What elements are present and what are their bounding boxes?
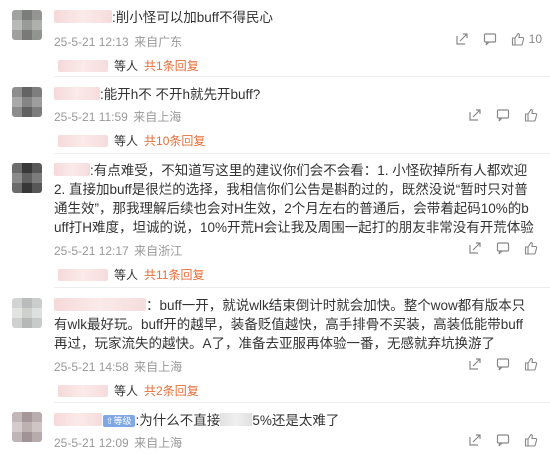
share-icon[interactable] bbox=[468, 433, 482, 447]
comment-date: 25-5-21 12:09 bbox=[54, 436, 129, 450]
replier-name bbox=[58, 59, 108, 72]
thumbs-up-icon bbox=[524, 433, 538, 447]
username[interactable] bbox=[54, 163, 90, 176]
divider bbox=[54, 402, 550, 403]
comment-location: 来自广东 bbox=[134, 35, 183, 49]
comment-meta: 25-5-21 14:58 来自上海 bbox=[54, 358, 184, 375]
comment-icon[interactable] bbox=[496, 357, 510, 371]
comment-icon[interactable] bbox=[496, 108, 510, 122]
comment-meta: 25-5-21 12:13 来自广东 bbox=[54, 33, 184, 50]
comment-date: 25-5-21 14:58 bbox=[54, 360, 129, 374]
reply-preview: 等人 共1条回复 bbox=[58, 57, 199, 74]
comment-icon[interactable] bbox=[496, 241, 510, 255]
comment-meta: 25-5-21 12:09 来自上海 bbox=[54, 434, 184, 451]
share-icon[interactable] bbox=[468, 357, 482, 371]
replier-name bbox=[58, 134, 108, 147]
view-replies-link[interactable]: 共2条回复 bbox=[144, 382, 199, 399]
comment-meta: 25-5-21 11:59 来自上海 bbox=[54, 108, 183, 125]
comment-meta: 25-5-21 12:17 来自浙江 bbox=[54, 242, 184, 259]
reply-preview: 等人 共11条回复 bbox=[58, 266, 204, 283]
divider bbox=[54, 76, 550, 77]
comment-location: 来自浙江 bbox=[134, 244, 183, 258]
divider bbox=[54, 287, 550, 288]
like-button[interactable] bbox=[524, 241, 542, 255]
comment-location: 来自上海 bbox=[134, 436, 183, 450]
share-icon[interactable] bbox=[468, 241, 482, 255]
avatar[interactable] bbox=[12, 163, 42, 193]
comment-icon[interactable] bbox=[483, 32, 497, 46]
view-replies-link[interactable]: 共1条回复 bbox=[144, 57, 199, 74]
username[interactable] bbox=[54, 87, 100, 100]
like-button[interactable] bbox=[524, 357, 542, 371]
thumbs-up-icon bbox=[524, 357, 538, 371]
like-button[interactable] bbox=[524, 108, 542, 122]
avatar[interactable] bbox=[12, 10, 42, 40]
comment-text: :能开h不 不开h就先开buff? bbox=[54, 85, 536, 104]
replier-name bbox=[58, 268, 108, 281]
reply-preview: 等人 共2条回复 bbox=[58, 382, 199, 399]
thumbs-up-icon bbox=[511, 32, 524, 46]
comment-date: 25-5-21 11:59 bbox=[54, 110, 128, 124]
level-badge: ⇧等级 bbox=[103, 415, 135, 427]
share-icon[interactable] bbox=[455, 32, 469, 46]
reply-preview: 等人 共10条回复 bbox=[58, 132, 205, 149]
avatar[interactable] bbox=[12, 412, 42, 442]
comment-text: :削小怪可以加buff不得民心 bbox=[54, 8, 536, 27]
comment-actions bbox=[468, 357, 542, 371]
comment-actions bbox=[468, 108, 542, 122]
thumbs-up-icon bbox=[524, 241, 538, 255]
comment-location: 来自上海 bbox=[133, 110, 182, 124]
divider bbox=[54, 153, 550, 154]
like-button[interactable] bbox=[524, 433, 542, 447]
comment-actions bbox=[468, 433, 542, 447]
view-replies-link[interactable]: 共10条回复 bbox=[144, 132, 205, 149]
username[interactable] bbox=[54, 10, 112, 23]
share-icon[interactable] bbox=[468, 108, 482, 122]
comment-text: :有点难受，不知道写这里的建议你们会不会看：1. 小怪砍掉所有人都欢迎 2. 直… bbox=[54, 163, 534, 235]
view-replies-link[interactable]: 共11条回复 bbox=[144, 266, 204, 283]
thumbs-up-icon bbox=[524, 108, 538, 122]
comment-actions bbox=[468, 241, 542, 255]
username[interactable] bbox=[54, 298, 146, 311]
comment-text: ：buff一开，就说wlk结束倒计时就会加快。整个wow都有版本只有wlk最好玩… bbox=[54, 298, 526, 351]
comment-actions: 10 bbox=[455, 32, 542, 46]
avatar[interactable] bbox=[12, 298, 42, 328]
comment-date: 25-5-21 12:13 bbox=[54, 35, 129, 49]
comment-location: 来自上海 bbox=[134, 360, 183, 374]
comment-date: 25-5-21 12:17 bbox=[54, 244, 129, 258]
like-count: 10 bbox=[528, 32, 542, 46]
like-button[interactable]: 10 bbox=[511, 32, 542, 46]
redacted-text bbox=[220, 413, 253, 426]
replier-name bbox=[58, 384, 108, 397]
comment-icon[interactable] bbox=[496, 433, 510, 447]
comment-text: ⇧等级:为什么不直接 5%还是太难了 bbox=[54, 411, 536, 430]
avatar[interactable] bbox=[12, 87, 42, 117]
username[interactable] bbox=[54, 413, 102, 426]
